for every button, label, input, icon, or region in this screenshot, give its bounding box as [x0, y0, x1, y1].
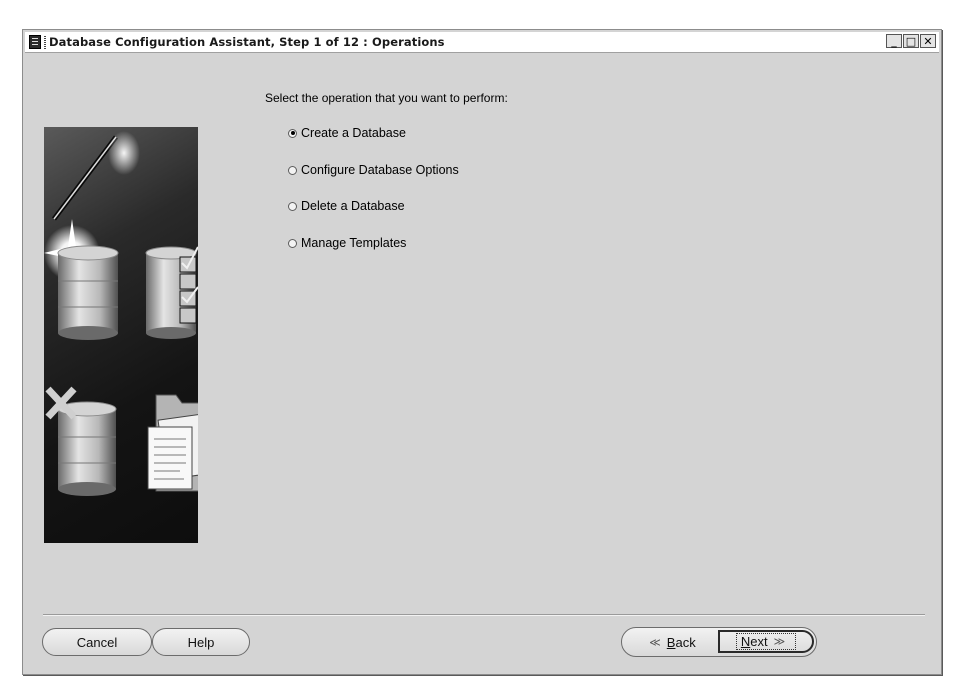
- maximize-button[interactable]: □: [903, 34, 919, 48]
- radio-configure-database-options[interactable]: [288, 165, 297, 175]
- next-focus-ring: Next ≫: [735, 633, 797, 650]
- option-delete-database[interactable]: Delete a Database: [288, 199, 405, 213]
- cancel-button[interactable]: Cancel: [42, 628, 152, 656]
- double-chevron-right-icon: ≫: [773, 635, 786, 648]
- option-label: Manage Templates: [301, 236, 407, 250]
- close-button[interactable]: ✕: [920, 34, 936, 48]
- back-label: Back: [666, 634, 696, 650]
- next-button[interactable]: Next ≫: [718, 630, 814, 653]
- option-label: Delete a Database: [301, 199, 405, 213]
- operations-illustration: [44, 127, 198, 543]
- window-controls: _ □ ✕: [886, 34, 936, 48]
- window-title: Database Configuration Assistant, Step 1…: [44, 35, 445, 49]
- maximize-icon: □: [905, 34, 917, 48]
- minimize-button[interactable]: _: [886, 34, 902, 48]
- magic-wand-icon: [52, 131, 140, 221]
- radio-create-database[interactable]: [288, 128, 297, 138]
- database-cylinder-icon: [57, 245, 119, 340]
- option-label: Configure Database Options: [301, 163, 459, 177]
- templates-folder-icon: [147, 394, 198, 492]
- radio-manage-templates[interactable]: [288, 238, 297, 248]
- option-configure-database-options[interactable]: Configure Database Options: [288, 163, 459, 177]
- operations-illustration-graphic: [44, 131, 198, 496]
- delete-database-icon: [45, 386, 117, 496]
- radio-delete-database[interactable]: [288, 201, 297, 211]
- close-icon: ✕: [923, 34, 933, 48]
- title-bar[interactable]: Database Configuration Assistant, Step 1…: [25, 32, 939, 53]
- database-app-icon[interactable]: [29, 35, 41, 49]
- option-manage-templates[interactable]: Manage Templates: [288, 236, 406, 250]
- back-button[interactable]: ≪ Back: [622, 628, 717, 656]
- minimize-icon: _: [891, 34, 897, 48]
- button-bar-separator: [43, 614, 925, 616]
- wizard-content: Select the operation that you want to pe…: [23, 53, 941, 613]
- navigation-buttons: ≪ Back Next ≫: [621, 627, 817, 657]
- checklist-database-icon: [145, 246, 198, 339]
- option-create-database[interactable]: Create a Database: [288, 126, 406, 140]
- help-button[interactable]: Help: [152, 628, 250, 656]
- dca-window: Database Configuration Assistant, Step 1…: [22, 29, 942, 675]
- option-label: Create a Database: [301, 126, 406, 140]
- double-chevron-left-icon: ≪: [649, 635, 661, 649]
- next-label: Next: [740, 634, 768, 649]
- operation-prompt: Select the operation that you want to pe…: [265, 91, 508, 105]
